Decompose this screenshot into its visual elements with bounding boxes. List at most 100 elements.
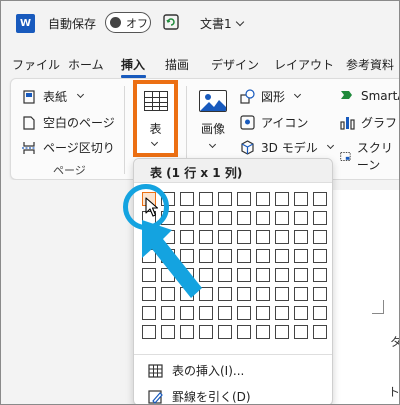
smartart-label: SmartArt bbox=[361, 88, 400, 103]
document-text: ト bbox=[388, 385, 400, 399]
image-button-label: 画像 bbox=[200, 122, 225, 136]
smartart-button[interactable]: SmartArt bbox=[340, 88, 400, 103]
table-grid-cell[interactable] bbox=[294, 325, 308, 339]
table-grid-cell[interactable] bbox=[313, 325, 327, 339]
document-title[interactable]: 文書1 bbox=[200, 15, 244, 32]
table-grid-cell[interactable] bbox=[313, 249, 327, 263]
table-button[interactable]: 表 bbox=[133, 80, 178, 157]
blank-page-label: 空白のページ bbox=[43, 116, 115, 130]
table-grid-cell[interactable] bbox=[313, 211, 327, 225]
table-grid-cell[interactable] bbox=[237, 249, 251, 263]
table-grid-cell[interactable] bbox=[199, 325, 213, 339]
table-grid-cell[interactable] bbox=[218, 249, 232, 263]
mouse-cursor-icon bbox=[145, 197, 159, 217]
table-grid-cell[interactable] bbox=[256, 268, 270, 282]
table-grid-cell[interactable] bbox=[142, 325, 156, 339]
table-grid-cell[interactable] bbox=[275, 325, 289, 339]
chevron-down-icon bbox=[208, 140, 217, 149]
table-grid-cell[interactable] bbox=[256, 325, 270, 339]
page-break-label: ページ区切り bbox=[43, 141, 115, 155]
cover-page-label: 表紙 bbox=[43, 90, 68, 104]
screenshot-icon bbox=[340, 151, 351, 161]
table-grid-cell[interactable] bbox=[275, 211, 289, 225]
table-grid-cell[interactable] bbox=[256, 230, 270, 244]
table-grid-cell[interactable] bbox=[313, 287, 327, 301]
tab-references[interactable]: 参考資料 bbox=[346, 56, 394, 73]
insert-table-label: 表の挿入(I)... bbox=[172, 364, 245, 378]
menu-divider bbox=[134, 354, 332, 355]
table-grid-cell[interactable] bbox=[294, 230, 308, 244]
table-grid-cell[interactable] bbox=[256, 192, 270, 206]
table-grid-cell[interactable] bbox=[237, 268, 251, 282]
ribbon-tabs: ファイル ホーム 挿入 描画 デザイン レイアウト 参考資料 bbox=[0, 52, 400, 78]
table-icon bbox=[148, 363, 163, 378]
tab-draw[interactable]: 描画 bbox=[165, 56, 189, 73]
table-grid-cell[interactable] bbox=[313, 192, 327, 206]
tab-design[interactable]: デザイン bbox=[211, 56, 259, 73]
cover-page-button[interactable]: 表紙 bbox=[22, 88, 85, 105]
table-grid-cell[interactable] bbox=[294, 192, 308, 206]
image-button[interactable]: 画像 bbox=[195, 88, 231, 158]
screenshot-button[interactable]: スクリーン bbox=[340, 139, 400, 173]
shapes-button[interactable]: 図形 bbox=[240, 88, 302, 105]
save-icon[interactable] bbox=[162, 13, 180, 31]
chart-icon bbox=[340, 117, 355, 130]
table-grid-cell[interactable] bbox=[275, 192, 289, 206]
shapes-label: 図形 bbox=[261, 90, 286, 104]
table-grid-cell[interactable] bbox=[237, 211, 251, 225]
table-grid-cell[interactable] bbox=[313, 268, 327, 282]
table-grid-cell[interactable] bbox=[218, 325, 232, 339]
tab-layout[interactable]: レイアウト bbox=[274, 56, 334, 73]
table-grid-cell[interactable] bbox=[256, 287, 270, 301]
table-grid-cell[interactable] bbox=[218, 230, 232, 244]
table-grid-cell[interactable] bbox=[237, 325, 251, 339]
table-grid-cell[interactable] bbox=[256, 306, 270, 320]
table-grid-cell[interactable] bbox=[275, 230, 289, 244]
chevron-down-icon bbox=[326, 141, 334, 150]
table-grid-cell[interactable] bbox=[294, 249, 308, 263]
3d-models-label: 3D モデル bbox=[261, 141, 318, 155]
pointer-arrow-icon bbox=[142, 220, 202, 298]
icons-button[interactable]: アイコン bbox=[240, 114, 308, 131]
blank-page-button[interactable]: 空白のページ bbox=[22, 114, 115, 131]
table-grid-cell[interactable] bbox=[275, 249, 289, 263]
table-grid-cell[interactable] bbox=[313, 306, 327, 320]
tab-home[interactable]: ホーム bbox=[68, 56, 104, 73]
draw-table-menu-item[interactable]: 罫線を引く(D) bbox=[148, 388, 251, 405]
table-grid-cell[interactable] bbox=[199, 192, 213, 206]
table-button-label: 表 bbox=[149, 122, 162, 136]
table-grid-cell[interactable] bbox=[218, 287, 232, 301]
document-page[interactable] bbox=[330, 190, 400, 405]
chart-label: グラフ bbox=[361, 116, 398, 130]
table-grid-cell[interactable] bbox=[275, 268, 289, 282]
table-grid-cell[interactable] bbox=[180, 192, 194, 206]
draw-table-label: 罫線を引く(D) bbox=[172, 390, 251, 404]
table-grid-cell[interactable] bbox=[256, 249, 270, 263]
table-grid-cell[interactable] bbox=[218, 192, 232, 206]
table-grid-cell[interactable] bbox=[237, 306, 251, 320]
page-break-button[interactable]: ページ区切り bbox=[22, 139, 115, 156]
table-grid-cell[interactable] bbox=[161, 325, 175, 339]
3d-models-button[interactable]: 3D モデル bbox=[240, 139, 334, 156]
table-grid-cell[interactable] bbox=[313, 230, 327, 244]
table-grid-cell[interactable] bbox=[294, 306, 308, 320]
table-grid-cell[interactable] bbox=[218, 306, 232, 320]
table-grid-cell[interactable] bbox=[294, 287, 308, 301]
table-grid-cell[interactable] bbox=[237, 192, 251, 206]
tab-insert[interactable]: 挿入 bbox=[121, 56, 145, 73]
table-grid-cell[interactable] bbox=[256, 211, 270, 225]
table-grid-cell[interactable] bbox=[218, 211, 232, 225]
insert-table-menu-item[interactable]: 表の挿入(I)... bbox=[148, 362, 244, 379]
tab-file[interactable]: ファイル bbox=[12, 56, 60, 73]
chart-button[interactable]: グラフ bbox=[340, 114, 397, 131]
chevron-down-icon bbox=[150, 138, 159, 147]
table-grid-cell[interactable] bbox=[294, 211, 308, 225]
autosave-toggle[interactable]: オフ bbox=[105, 12, 151, 33]
table-grid-cell[interactable] bbox=[218, 268, 232, 282]
table-grid-cell[interactable] bbox=[275, 287, 289, 301]
table-grid-cell[interactable] bbox=[180, 325, 194, 339]
table-grid-cell[interactable] bbox=[237, 287, 251, 301]
table-grid-cell[interactable] bbox=[294, 268, 308, 282]
table-grid-cell[interactable] bbox=[275, 306, 289, 320]
table-grid-cell[interactable] bbox=[237, 230, 251, 244]
